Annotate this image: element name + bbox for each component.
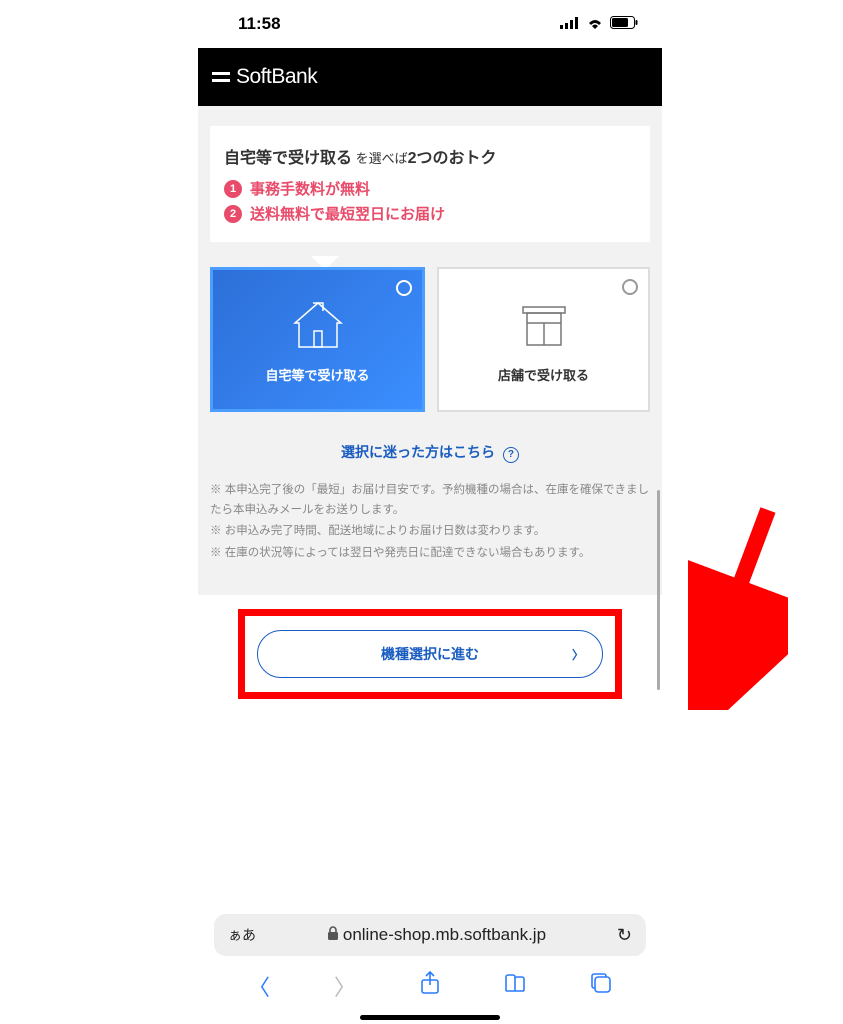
option-label: 自宅等で受け取る (265, 365, 369, 384)
text-size-button[interactable]: ぁあ (228, 925, 256, 945)
radio-selected-icon (396, 280, 412, 296)
share-icon[interactable] (420, 971, 440, 1001)
status-bar: 11:58 (198, 0, 662, 48)
scroll-indicator[interactable] (657, 490, 660, 690)
help-icon: ? (503, 447, 519, 463)
signal-icon (560, 14, 580, 34)
chevron-right-icon: 〉 (572, 646, 584, 663)
promo-title: 自宅等で受け取る を選べば2つのおトク (224, 144, 636, 168)
house-icon (289, 295, 347, 355)
battery-icon (610, 14, 638, 34)
status-time: 11:58 (222, 14, 281, 34)
store-icon (515, 295, 573, 355)
proceed-button[interactable]: 機種選択に進む 〉 (257, 630, 603, 678)
option-label: 店舗で受け取る (498, 365, 589, 384)
home-indicator[interactable] (360, 1015, 500, 1020)
notes: ※ 本申込完了後の「最短」お届け目安です。予約機種の場合は、在庫を確保できました… (198, 481, 662, 563)
note-2: ※ お申込み完了時間、配送地域によりお届け日数は変わります。 (210, 522, 650, 542)
radio-unselected-icon (622, 279, 638, 295)
menu-icon[interactable] (212, 72, 230, 82)
bookmarks-icon[interactable] (504, 973, 526, 999)
promo-section: 自宅等で受け取る を選べば2つのおトク 1 事務手数料が無料 2 送料無料で最短… (198, 106, 662, 595)
status-icons (560, 14, 638, 34)
option-home-delivery[interactable]: 自宅等で受け取る (210, 267, 425, 412)
cta-label: 機種選択に進む (381, 644, 479, 664)
tabs-icon[interactable] (590, 972, 612, 1000)
help-link[interactable]: 選択に迷った方はこちら ? (198, 442, 662, 463)
note-1: ※ 本申込完了後の「最短」お届け目安です。予約機種の場合は、在庫を確保できました… (210, 481, 650, 520)
note-3: ※ 在庫の状況等によっては翌日や発売日に配達できない場合もあります。 (210, 544, 650, 564)
url-bar[interactable]: ぁあ online-shop.mb.softbank.jp ↻ (214, 914, 646, 956)
wifi-icon (586, 14, 604, 34)
cta-highlight: 機種選択に進む 〉 (238, 609, 622, 699)
benefit-1: 1 事務手数料が無料 (224, 178, 636, 199)
benefit-2: 2 送料無料で最短翌日にお届け (224, 203, 636, 224)
reload-icon[interactable]: ↻ (617, 925, 632, 946)
back-icon[interactable]: 〈 (248, 970, 270, 1002)
browser-toolbar: 〈 〉 (198, 964, 662, 1008)
app-header: SoftBank (198, 48, 662, 106)
lock-icon (327, 925, 339, 945)
url-text: online-shop.mb.softbank.jp (327, 925, 546, 945)
option-store-pickup[interactable]: 店舗で受け取る (437, 267, 650, 412)
brand-label: SoftBank (236, 65, 317, 89)
forward-icon[interactable]: 〉 (334, 970, 356, 1002)
annotation-arrow (688, 500, 788, 710)
